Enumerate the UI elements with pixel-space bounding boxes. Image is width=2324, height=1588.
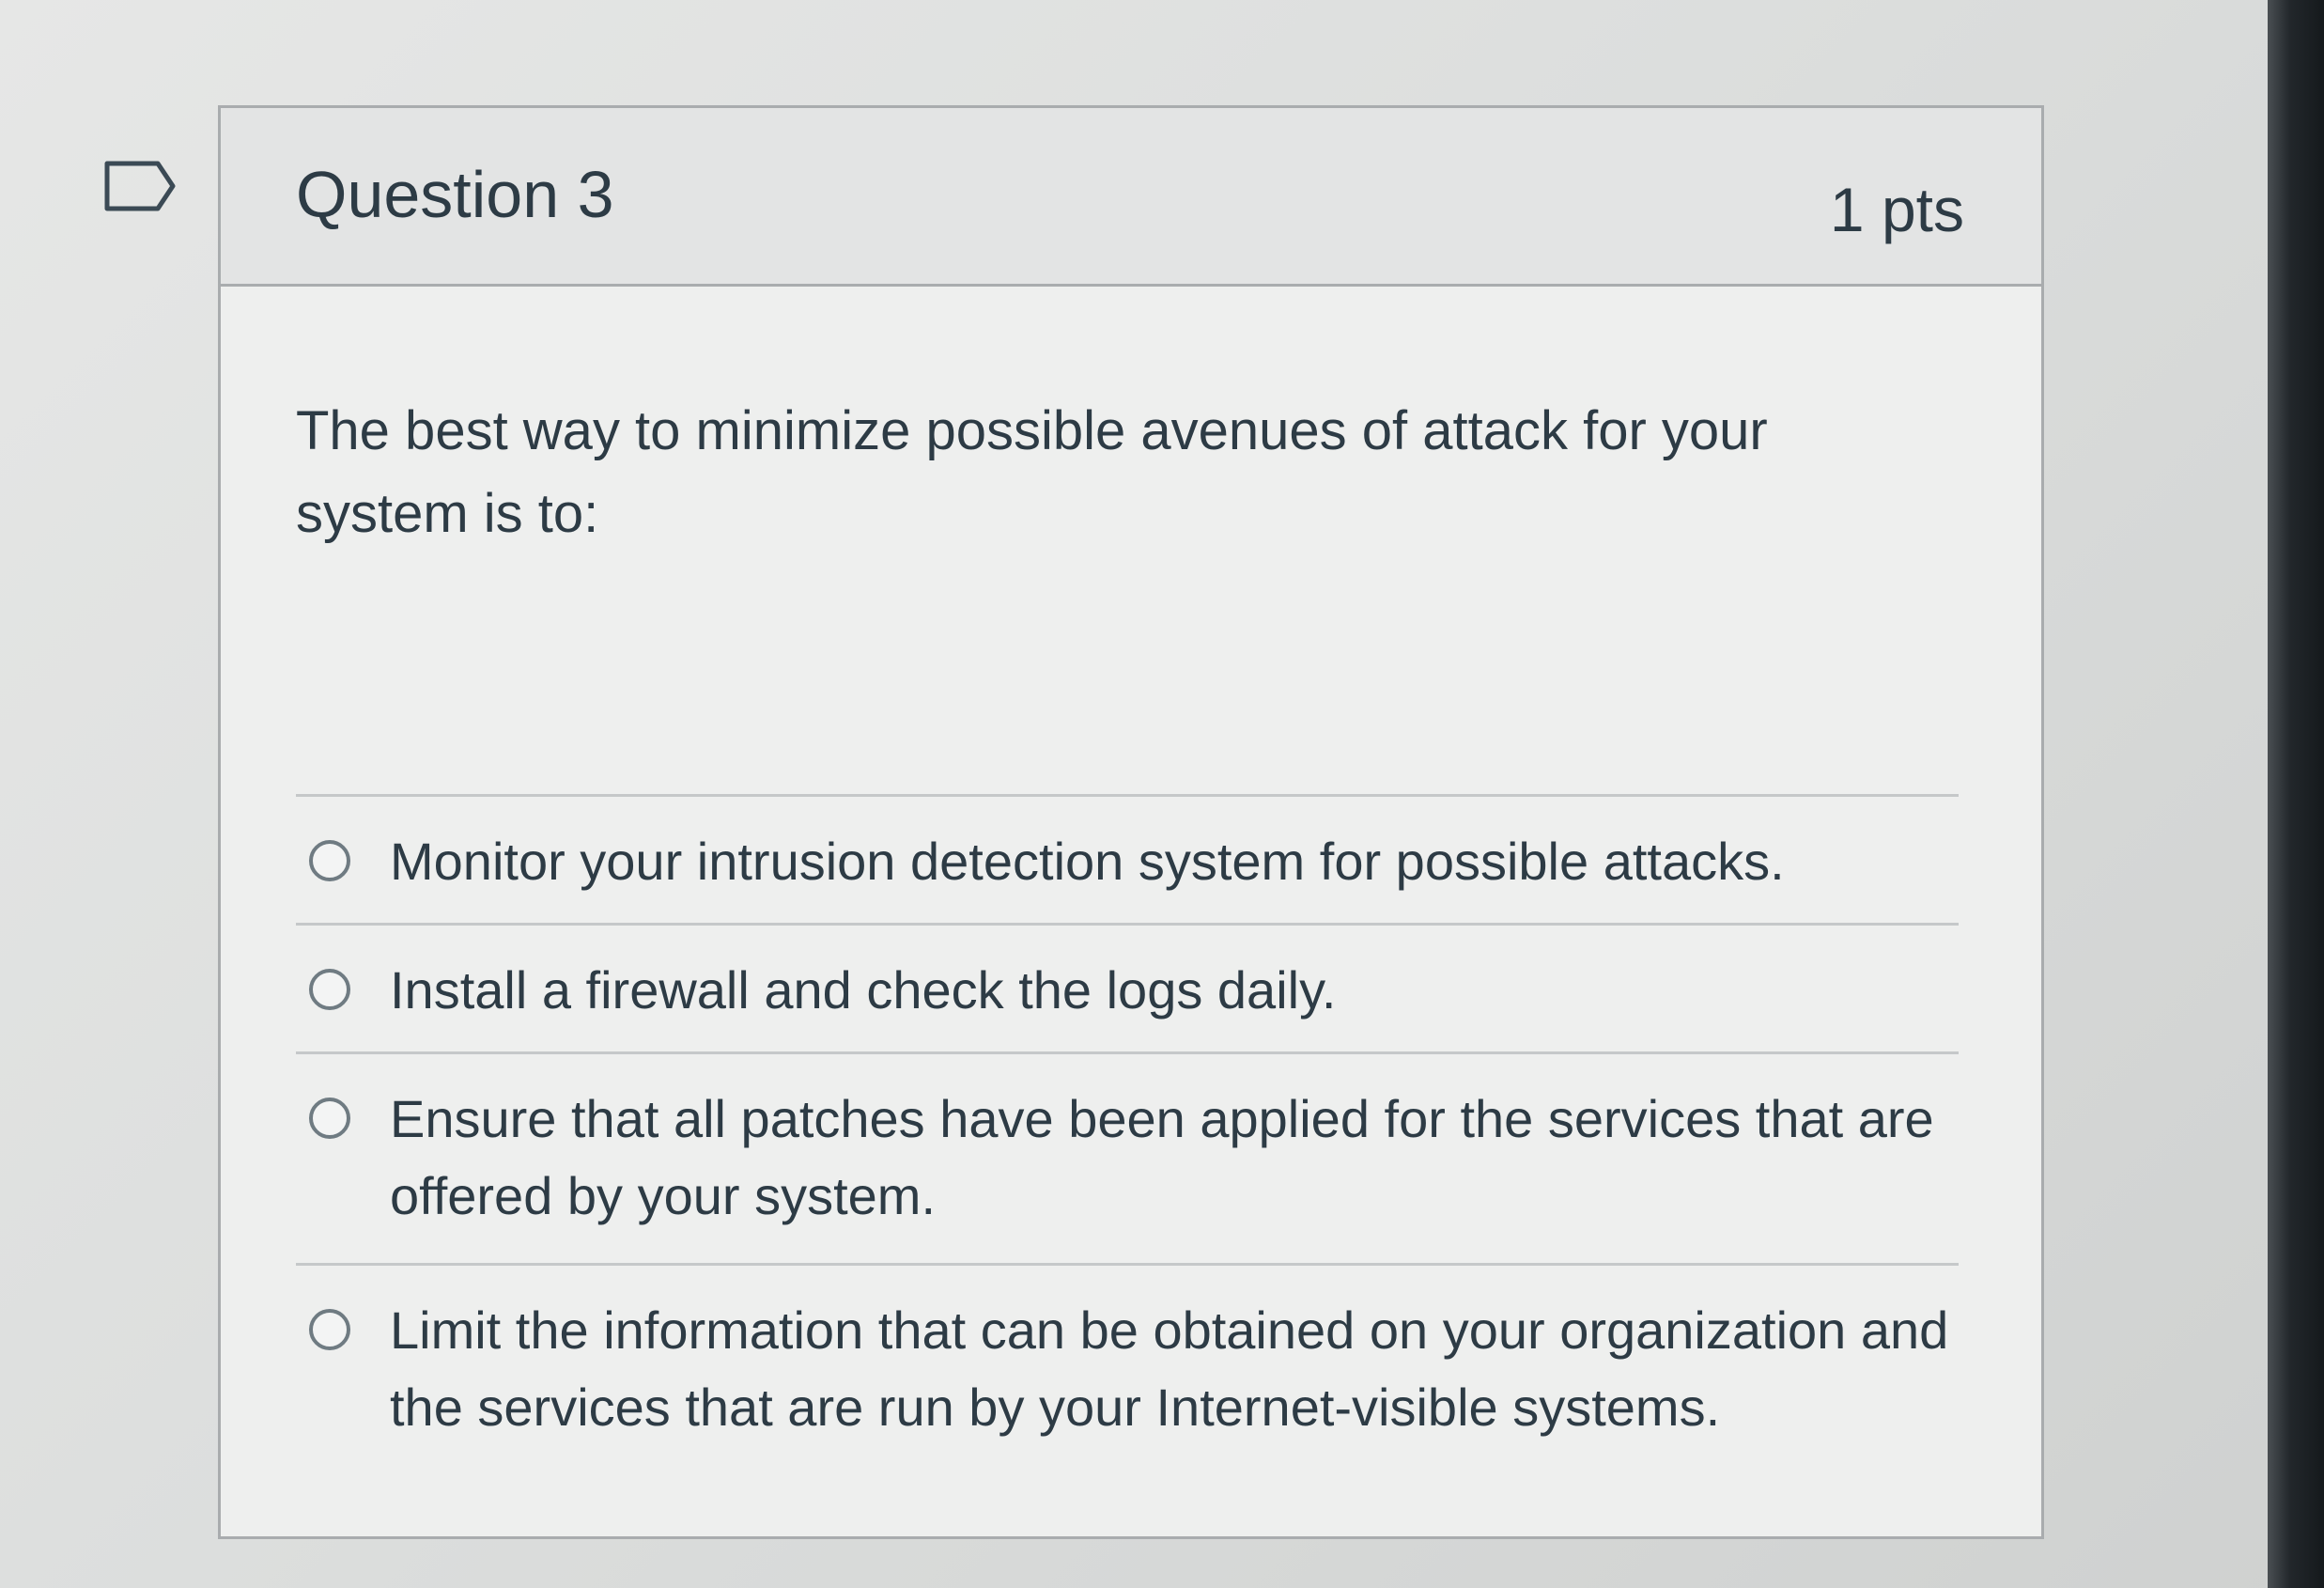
question-points: 1 pts (1829, 175, 1964, 244)
answer-option-1[interactable]: Monitor your intrusion detection system … (296, 797, 1959, 923)
answer-label: Ensure that all patches have been applie… (390, 1089, 1934, 1225)
answer-option-2[interactable]: Install a firewall and check the logs da… (296, 926, 1959, 1051)
answer-option-3[interactable]: Ensure that all patches have been applie… (296, 1054, 1959, 1263)
question-title: Question 3 (296, 158, 614, 231)
radio-unselected-icon[interactable] (309, 1098, 350, 1139)
question-text: The best way to minimize possible avenue… (296, 400, 1768, 544)
answer-label: Install a firewall and check the logs da… (390, 960, 1337, 1020)
answer-list: Monitor your intrusion detection system … (296, 794, 1959, 1474)
screen-edge (2268, 0, 2324, 1588)
question-card: Question 3 1 pts The best way to minimiz… (218, 105, 2044, 1539)
question-header: Question 3 1 pts (221, 108, 2041, 287)
answer-label: Monitor your intrusion detection system … (390, 832, 1785, 891)
answer-option-4[interactable]: Limit the information that can be obtain… (296, 1266, 1959, 1474)
radio-unselected-icon[interactable] (309, 840, 350, 881)
radio-unselected-icon[interactable] (309, 969, 350, 1010)
answer-label: Limit the information that can be obtain… (390, 1300, 1949, 1437)
flag-question-icon[interactable] (103, 160, 178, 212)
radio-unselected-icon[interactable] (309, 1309, 350, 1350)
